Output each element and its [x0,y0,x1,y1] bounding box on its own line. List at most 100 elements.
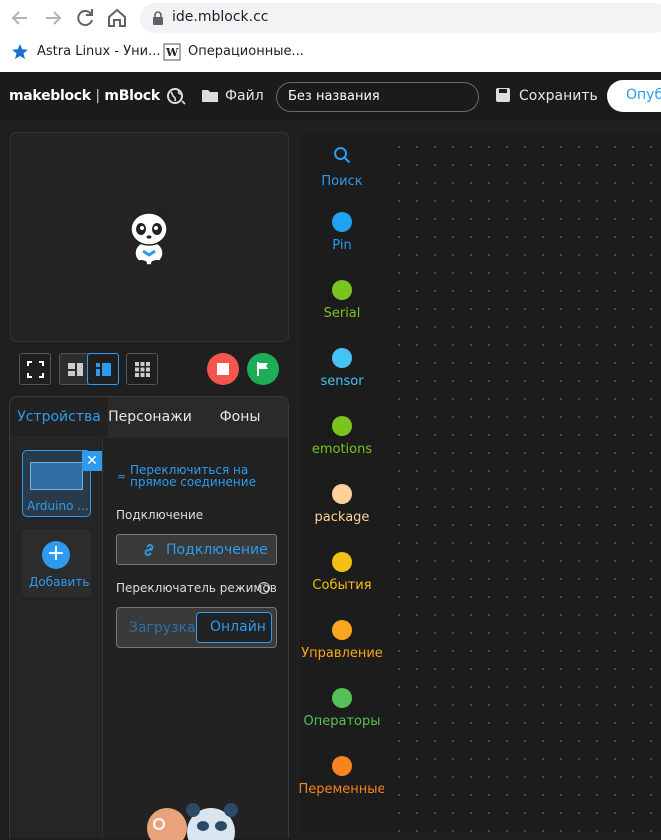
mode-live-option[interactable]: Онлайн [196,612,272,643]
publish-label: Опуб [626,87,661,103]
device-list: Arduino ... ✕ + Добавить [10,438,103,838]
project-name-input[interactable]: Без названия [276,82,479,112]
browser-chrome: ide.mblock.cc Astra Linux - Уни... W Опе… [0,0,661,72]
save-button[interactable]: Сохранить [519,88,598,104]
bookmark-os[interactable]: Операционные... [188,44,304,59]
bookmarks-bar: Astra Linux - Уни... W Операционные... [0,38,661,68]
code-workspace[interactable] [384,132,661,832]
arduino-board-image [30,462,83,490]
category-search[interactable]: Поиск [300,144,384,208]
category-label: Поиск [321,174,363,189]
category-color-dot [332,688,352,708]
plus-icon: + [42,541,70,569]
svg-text:W: W [165,46,179,59]
category-color-dot [332,212,352,232]
fullscreen-button[interactable] [19,353,51,385]
grid-view-button[interactable] [126,353,158,385]
category-7[interactable]: Операторы [300,684,384,748]
file-menu[interactable]: Файл [225,88,264,104]
category-color-dot [332,552,352,572]
device-name: Arduino ... [27,499,89,513]
logo-separator: | [95,88,100,104]
category-label: Переменные [298,782,386,797]
mascot-illustration [147,803,238,840]
wiki-icon: W [163,43,181,61]
category-label: Операторы [303,714,381,729]
panda-sprite[interactable] [127,207,171,267]
astra-star-icon [11,43,29,61]
logo-brand: makeblock [9,88,91,104]
grid-icon [135,362,150,377]
mode-live-label: Онлайн [210,619,266,635]
home-icon[interactable] [105,6,129,30]
save-icon[interactable] [495,87,511,107]
language-globe-icon[interactable] [166,87,186,111]
category-label: Serial [323,306,361,321]
green-flag-button[interactable] [247,353,279,385]
category-color-dot [332,756,352,776]
category-6[interactable]: Управление [300,616,384,680]
browser-nav-row: ide.mblock.cc [0,0,661,36]
switch-connection-icon: ≈ [117,470,127,483]
device-card-arduino[interactable]: Arduino ... ✕ [22,450,102,517]
category-color-dot [332,620,352,640]
category-8[interactable]: Переменные [298,752,386,816]
category-5[interactable]: События [300,548,384,612]
app-topbar: makeblock | mBlock Файл Без названия Сох… [0,72,661,120]
url-text: ide.mblock.cc [172,9,269,25]
help-icon[interactable]: ? [258,582,270,594]
category-color-dot [332,280,352,300]
back-icon[interactable] [8,6,32,30]
category-color-dot [332,416,352,436]
mode-switcher: Загрузка Онлайн [116,607,277,648]
project-name-text: Без названия [288,89,380,104]
category-2[interactable]: sensor [300,344,384,408]
stop-icon [217,363,229,375]
mode-switch-label: Переключатель режимов [116,581,277,595]
bookmark-astra[interactable]: Astra Linux - Уни... [37,44,160,59]
tab-sprites[interactable]: Персонажи [108,397,192,437]
category-label: package [314,510,370,525]
category-3[interactable]: emotions [300,412,384,476]
link-icon [144,544,154,556]
app-logo: makeblock | mBlock [9,88,160,104]
connection-section-label: Подключение [116,508,204,522]
category-label: emotions [311,442,373,457]
layout-small-icon [68,363,83,376]
lock-icon [152,10,164,30]
add-device-button[interactable]: + Добавить [22,529,91,597]
switch-direct-connection-link[interactable]: Переключиться на прямое соединение [130,464,256,488]
category-color-dot [332,484,352,504]
mode-upload-option[interactable]: Загрузка [129,620,196,636]
category-4[interactable]: package [300,480,384,544]
forward-icon[interactable] [41,6,65,30]
category-0[interactable]: Pin [300,208,384,272]
block-categories: Поиск Pin Serial sensor emotions package Собы… [298,132,386,832]
reload-icon[interactable] [73,6,97,30]
publish-button[interactable]: Опуб [607,80,661,112]
stop-button[interactable] [207,353,239,385]
add-device-label: Добавить [29,575,90,589]
search-icon [334,147,351,164]
tab-backdrops[interactable]: Фоны [192,397,288,437]
category-label: sensor [320,374,364,389]
category-label: Управление [301,646,383,661]
category-label: Pin [332,238,352,253]
remove-device-close-icon[interactable]: ✕ [82,451,102,471]
layout-large-stage-button[interactable] [87,353,119,385]
flag-icon [257,362,268,376]
sprite-tabs: Устройства Персонажи Фоны [9,396,289,438]
connect-button-label: Подключение [166,542,268,558]
category-1[interactable]: Serial [300,276,384,340]
logo-product: mBlock [104,88,160,104]
devices-panel: Arduino ... ✕ + Добавить ≈ Переключиться… [9,438,289,840]
category-color-dot [332,348,352,368]
connect-button[interactable]: Подключение [116,534,277,565]
layout-large-icon [96,363,111,376]
address-bar[interactable]: ide.mblock.cc [140,3,661,33]
fullscreen-icon [27,361,44,378]
switch-link-line2: прямое соединение [130,475,256,489]
stage-canvas[interactable] [10,132,289,342]
folder-icon[interactable] [201,87,219,107]
tab-devices[interactable]: Устройства [10,397,108,437]
